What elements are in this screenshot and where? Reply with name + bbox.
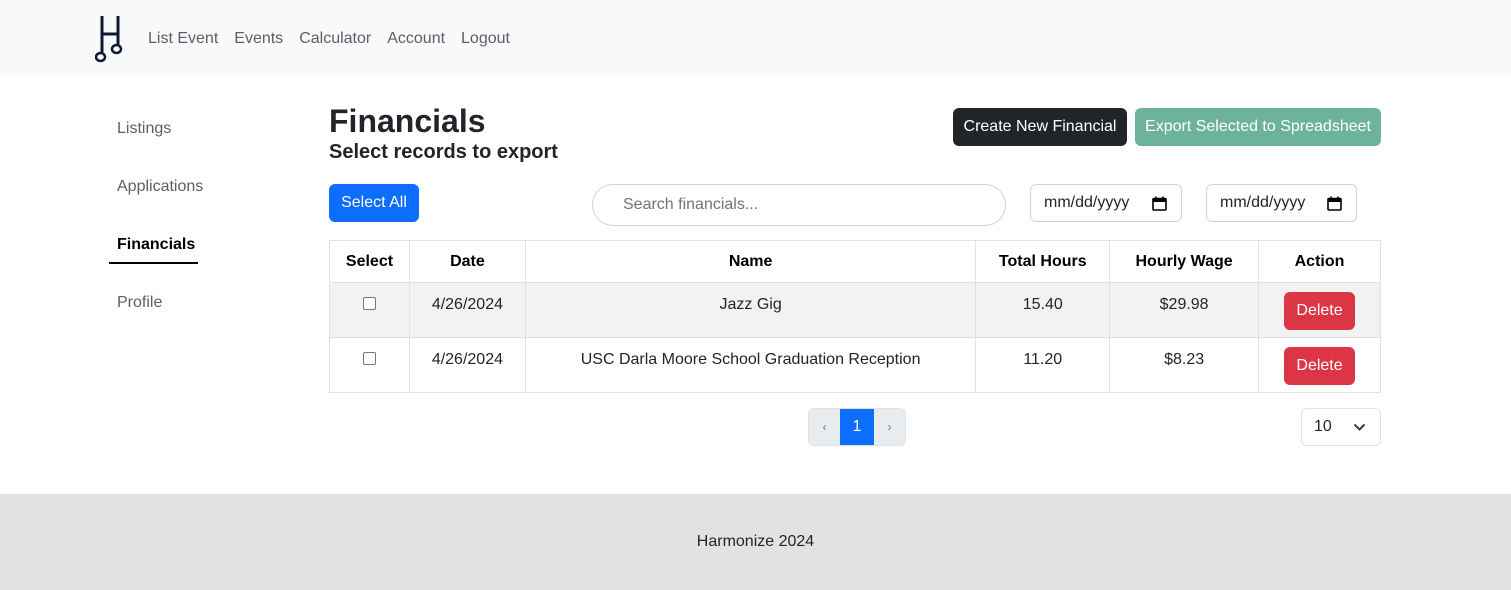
column-header-select: Select bbox=[329, 240, 410, 283]
date-to-placeholder: mm/dd/yyyy bbox=[1220, 194, 1306, 211]
sidebar: Listings Applications Financials Profile bbox=[109, 100, 229, 332]
nav-link-logout[interactable]: Logout bbox=[461, 29, 510, 49]
column-header-name: Name bbox=[524, 240, 977, 283]
select-cell bbox=[329, 282, 410, 338]
export-selected-button[interactable]: Export Selected to Spreadsheet bbox=[1135, 108, 1381, 146]
date-cell: 4/26/2024 bbox=[408, 282, 526, 338]
date-from-placeholder: mm/dd/yyyy bbox=[1044, 194, 1130, 211]
select-cell bbox=[329, 337, 410, 393]
chevron-down-icon bbox=[1353, 423, 1366, 431]
page-title: Financials bbox=[329, 103, 486, 139]
nav-links: List Event Events Calculator Account Log… bbox=[148, 29, 510, 49]
sidebar-item-label: Profile bbox=[117, 294, 163, 311]
nav-link-events[interactable]: Events bbox=[234, 29, 283, 49]
page-size-value: 10 bbox=[1314, 418, 1332, 435]
nav-link-calculator[interactable]: Calculator bbox=[299, 29, 371, 49]
action-cell: Delete bbox=[1258, 337, 1381, 393]
column-header-total-hours: Total Hours bbox=[975, 240, 1111, 283]
sidebar-item-applications[interactable]: Applications bbox=[109, 158, 229, 216]
search-input[interactable]: Search financials... bbox=[592, 184, 1006, 226]
action-cell: Delete bbox=[1258, 282, 1381, 338]
table-row: 4/26/2024 USC Darla Moore School Graduat… bbox=[329, 337, 1381, 393]
total-hours-cell: 15.40 bbox=[975, 282, 1111, 338]
name-cell: Jazz Gig bbox=[524, 282, 977, 338]
hourly-wage-cell: $29.98 bbox=[1109, 282, 1260, 338]
column-header-hourly-wage: Hourly Wage bbox=[1109, 240, 1260, 283]
sidebar-item-label: Financials bbox=[117, 236, 196, 253]
footer-text: Harmonize 2024 bbox=[696, 533, 815, 550]
page-size-select[interactable]: 10 bbox=[1301, 408, 1381, 446]
pagination-page-1[interactable]: 1 bbox=[840, 409, 874, 445]
calendar-icon[interactable] bbox=[1327, 196, 1342, 211]
select-all-button[interactable]: Select All bbox=[329, 184, 419, 222]
row-checkbox[interactable] bbox=[362, 297, 376, 310]
sidebar-item-financials[interactable]: Financials bbox=[109, 216, 229, 274]
search-placeholder: Search financials... bbox=[623, 196, 759, 213]
music-note-h-logo-icon[interactable] bbox=[95, 14, 127, 64]
sidebar-item-label: Applications bbox=[117, 178, 204, 195]
footer: Harmonize 2024 bbox=[0, 494, 1511, 590]
row-checkbox[interactable] bbox=[362, 352, 376, 365]
pagination: ‹ 1 › bbox=[808, 408, 906, 446]
pagination-prev-button[interactable]: ‹ bbox=[809, 409, 840, 445]
delete-button[interactable]: Delete bbox=[1284, 292, 1356, 330]
table-header-row: Select Date Name Total Hours Hourly Wage… bbox=[329, 240, 1381, 283]
financials-table: Select Date Name Total Hours Hourly Wage… bbox=[329, 240, 1381, 393]
column-header-date: Date bbox=[408, 240, 526, 283]
nav-link-list-event[interactable]: List Event bbox=[148, 29, 218, 49]
delete-button[interactable]: Delete bbox=[1284, 347, 1356, 385]
pagination-next-button[interactable]: › bbox=[874, 409, 905, 445]
sidebar-item-profile[interactable]: Profile bbox=[109, 274, 229, 332]
total-hours-cell: 11.20 bbox=[975, 337, 1111, 393]
date-to-field[interactable]: mm/dd/yyyy bbox=[1206, 184, 1357, 222]
table-row: 4/26/2024 Jazz Gig 15.40 $29.98 Delete bbox=[329, 282, 1381, 338]
top-navbar: List Event Events Calculator Account Log… bbox=[0, 0, 1511, 76]
date-from-field[interactable]: mm/dd/yyyy bbox=[1030, 184, 1182, 222]
column-header-action: Action bbox=[1258, 240, 1381, 283]
nav-link-account[interactable]: Account bbox=[387, 29, 445, 49]
sidebar-item-listings[interactable]: Listings bbox=[109, 100, 229, 158]
calendar-icon[interactable] bbox=[1152, 196, 1167, 211]
sidebar-item-label: Listings bbox=[117, 120, 172, 137]
create-new-financial-button[interactable]: Create New Financial bbox=[953, 108, 1127, 146]
name-cell: USC Darla Moore School Graduation Recept… bbox=[524, 337, 977, 393]
date-cell: 4/26/2024 bbox=[408, 337, 526, 393]
page-subtitle: Select records to export bbox=[329, 141, 558, 163]
hourly-wage-cell: $8.23 bbox=[1109, 337, 1260, 393]
